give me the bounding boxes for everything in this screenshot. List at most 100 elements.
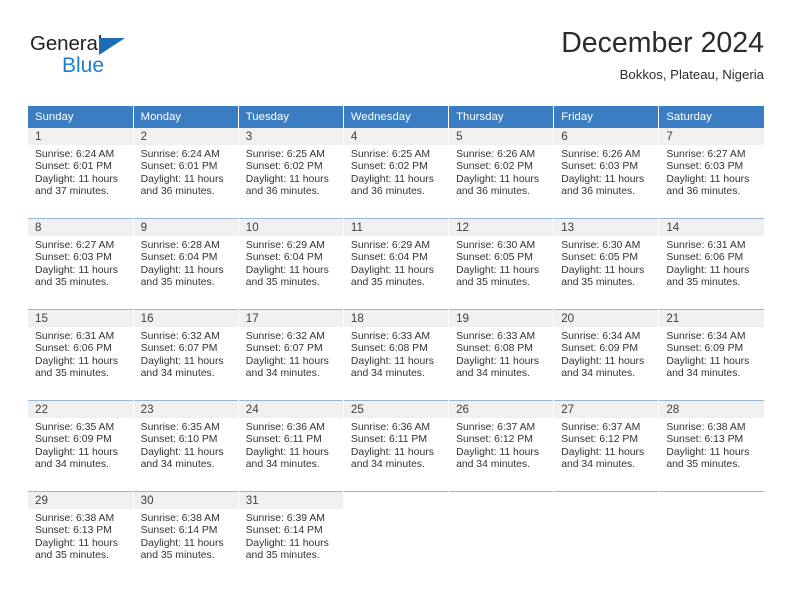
day-details: Sunrise: 6:31 AM Sunset: 6:06 PM Daylight:… (659, 236, 764, 290)
day-number (343, 492, 449, 509)
calendar-day-cell[interactable]: 26 Sunrise: 6:37 AM Sunset: 6:12 PM Dayligh… (448, 400, 555, 492)
day-number: 12 (449, 219, 554, 236)
day-number: 16 (133, 310, 238, 327)
page-title: December 2024 (561, 27, 764, 59)
calendar-page: General Blue December 2024 Bokkos, Plate… (0, 0, 792, 612)
calendar-day-cell[interactable]: 28 Sunrise: 6:38 AM Sunset: 6:13 PM Dayligh… (658, 400, 764, 492)
calendar-day-cell[interactable]: 24 Sunrise: 6:36 AM Sunset: 6:11 PM Dayligh… (238, 400, 344, 492)
calendar-day-cell[interactable]: 18 Sunrise: 6:33 AM Sunset: 6:08 PM Dayligh… (343, 309, 450, 401)
calendar-cell-empty (448, 491, 555, 582)
calendar-day-cell[interactable]: 17 Sunrise: 6:32 AM Sunset: 6:07 PM Dayligh… (238, 309, 344, 401)
day-cell-inner: 19 Sunrise: 6:33 AM Sunset: 6:08 PM Dayligh… (449, 310, 554, 400)
daylight-text-line1: Daylight: 11 hours (245, 264, 329, 276)
calendar-day-cell[interactable]: 10 Sunrise: 6:29 AM Sunset: 6:04 PM Dayligh… (238, 218, 344, 310)
calendar-day-cell[interactable]: 5 Sunrise: 6:26 AM Sunset: 6:02 PM Daylight… (448, 128, 555, 219)
sunrise-text: Sunrise: 6:26 AM (456, 149, 536, 160)
title-block: December 2024 Bokkos, Plateau, Nigeria (561, 26, 764, 83)
calendar-day-cell[interactable]: 8 Sunrise: 6:27 AM Sunset: 6:03 PM Daylight… (28, 218, 134, 310)
sunset-text: Sunset: 6:09 PM (561, 343, 639, 355)
calendar-day-cell[interactable]: 22 Sunrise: 6:35 AM Sunset: 6:09 PM Dayligh… (28, 400, 134, 492)
calendar-day-cell[interactable]: 27 Sunrise: 6:37 AM Sunset: 6:12 PM Dayligh… (553, 400, 660, 492)
calendar-day-cell[interactable]: 12 Sunrise: 6:30 AM Sunset: 6:05 PM Dayligh… (448, 218, 555, 310)
calendar-day-cell[interactable]: 3 Sunrise: 6:25 AM Sunset: 6:02 PM Daylight… (238, 128, 344, 219)
weekday-header-thursday: Thursday (448, 106, 555, 128)
sunrise-text: Sunrise: 6:38 AM (35, 513, 115, 524)
day-number: 13 (554, 219, 659, 236)
sunrise-text: Sunrise: 6:24 AM (140, 149, 220, 160)
calendar-week-row: 29 Sunrise: 6:38 AM Sunset: 6:13 PM Dayligh… (28, 491, 764, 582)
calendar-day-cell[interactable]: 15 Sunrise: 6:31 AM Sunset: 6:06 PM Dayligh… (28, 309, 134, 401)
calendar-day-cell[interactable]: 16 Sunrise: 6:32 AM Sunset: 6:07 PM Dayligh… (133, 309, 239, 401)
day-details: Sunrise: 6:25 AM Sunset: 6:02 PM Daylight:… (344, 145, 448, 199)
sunset-text: Sunset: 6:05 PM (561, 252, 639, 264)
weekday-header-tuesday: Tuesday (238, 106, 344, 128)
calendar-day-cell[interactable]: 29 Sunrise: 6:38 AM Sunset: 6:13 PM Dayligh… (28, 491, 134, 582)
calendar-day-cell[interactable]: 1 Sunrise: 6:24 AM Sunset: 6:01 PM Daylight… (28, 128, 134, 219)
sunset-text: Sunset: 6:11 PM (350, 434, 427, 446)
sunset-text: Sunset: 6:06 PM (666, 252, 744, 264)
daylight-text-line1: Daylight: 11 hours (456, 446, 540, 458)
sunrise-text: Sunrise: 6:30 AM (561, 240, 641, 251)
sunrise-text: Sunrise: 6:34 AM (561, 331, 641, 342)
sunrise-text: Sunrise: 6:34 AM (666, 331, 746, 342)
sunset-text: Sunset: 6:02 PM (245, 161, 323, 173)
day-cell-inner: 18 Sunrise: 6:33 AM Sunset: 6:08 PM Dayligh… (343, 310, 449, 400)
calendar-day-cell[interactable]: 2 Sunrise: 6:24 AM Sunset: 6:01 PM Daylight… (133, 128, 239, 219)
daylight-text-line2: and 34 minutes. (140, 459, 215, 471)
calendar-day-cell[interactable]: 14 Sunrise: 6:31 AM Sunset: 6:06 PM Dayligh… (658, 218, 764, 310)
calendar-day-cell[interactable]: 4 Sunrise: 6:25 AM Sunset: 6:02 PM Daylight… (343, 128, 450, 219)
sunrise-text: Sunrise: 6:32 AM (140, 331, 220, 342)
calendar-day-cell[interactable]: 23 Sunrise: 6:35 AM Sunset: 6:10 PM Dayligh… (133, 400, 239, 492)
daylight-text-line1: Daylight: 11 hours (666, 264, 750, 276)
daylight-text-line1: Daylight: 11 hours (350, 446, 434, 458)
calendar-day-cell[interactable]: 25 Sunrise: 6:36 AM Sunset: 6:11 PM Dayligh… (343, 400, 450, 492)
daylight-text-line2: and 35 minutes. (350, 277, 425, 289)
day-details: Sunrise: 6:32 AM Sunset: 6:07 PM Daylight:… (134, 327, 238, 381)
sunset-text: Sunset: 6:10 PM (140, 434, 218, 446)
sunrise-text: Sunrise: 6:26 AM (561, 149, 641, 160)
calendar-day-cell[interactable]: 13 Sunrise: 6:30 AM Sunset: 6:05 PM Dayligh… (553, 218, 660, 310)
calendar-day-cell[interactable]: 6 Sunrise: 6:26 AM Sunset: 6:03 PM Daylight… (553, 128, 660, 219)
calendar-day-cell[interactable]: 20 Sunrise: 6:34 AM Sunset: 6:09 PM Dayligh… (553, 309, 660, 401)
day-number: 5 (449, 128, 554, 145)
sunrise-text: Sunrise: 6:24 AM (35, 149, 115, 160)
day-number: 8 (28, 219, 133, 236)
calendar-day-cell[interactable]: 30 Sunrise: 6:38 AM Sunset: 6:14 PM Dayligh… (133, 491, 239, 582)
day-number: 21 (659, 310, 764, 327)
sunset-text: Sunset: 6:09 PM (666, 343, 744, 355)
day-details: Sunrise: 6:35 AM Sunset: 6:09 PM Daylight:… (28, 418, 133, 472)
daylight-text-line1: Daylight: 11 hours (456, 264, 540, 276)
calendar-day-cell[interactable]: 9 Sunrise: 6:28 AM Sunset: 6:04 PM Daylight… (133, 218, 239, 310)
daylight-text-line2: and 36 minutes. (456, 186, 530, 198)
sunrise-text: Sunrise: 6:33 AM (350, 331, 431, 342)
day-cell-inner: 8 Sunrise: 6:27 AM Sunset: 6:03 PM Daylight… (28, 219, 133, 309)
calendar-day-cell[interactable]: 19 Sunrise: 6:33 AM Sunset: 6:08 PM Dayligh… (448, 309, 555, 401)
day-details: Sunrise: 6:32 AM Sunset: 6:07 PM Daylight:… (239, 327, 343, 381)
sunset-text: Sunset: 6:04 PM (245, 252, 323, 264)
sunrise-text: Sunrise: 6:31 AM (35, 331, 115, 342)
day-cell-inner (343, 492, 449, 582)
daylight-text-line1: Daylight: 11 hours (561, 446, 645, 458)
sunset-text: Sunset: 6:07 PM (140, 343, 218, 355)
day-number (449, 492, 554, 509)
general-blue-logo[interactable]: General Blue (30, 33, 170, 84)
calendar-day-cell[interactable]: 11 Sunrise: 6:29 AM Sunset: 6:04 PM Dayligh… (343, 218, 450, 310)
day-cell-inner: 5 Sunrise: 6:26 AM Sunset: 6:02 PM Daylight… (449, 128, 554, 218)
day-cell-inner: 2 Sunrise: 6:24 AM Sunset: 6:01 PM Daylight… (133, 128, 238, 218)
daylight-text-line2: and 35 minutes. (35, 277, 109, 289)
sunset-text: Sunset: 6:04 PM (140, 252, 218, 264)
calendar-cell-empty (343, 491, 450, 582)
day-number: 24 (238, 401, 343, 418)
calendar-day-cell[interactable]: 7 Sunrise: 6:27 AM Sunset: 6:03 PM Daylight… (658, 128, 764, 219)
daylight-text-line1: Daylight: 11 hours (666, 446, 750, 458)
day-number: 15 (28, 310, 133, 327)
day-details: Sunrise: 6:30 AM Sunset: 6:05 PM Daylight:… (449, 236, 553, 290)
weekday-header-wednesday: Wednesday (343, 106, 450, 128)
day-number: 4 (343, 128, 449, 145)
sunrise-text: Sunrise: 6:37 AM (561, 422, 641, 433)
calendar-day-cell[interactable]: 31 Sunrise: 6:39 AM Sunset: 6:14 PM Dayligh… (238, 491, 344, 582)
daylight-text-line2: and 37 minutes. (35, 186, 109, 198)
calendar-day-cell[interactable]: 21 Sunrise: 6:34 AM Sunset: 6:09 PM Dayligh… (658, 309, 764, 401)
sunset-text: Sunset: 6:03 PM (35, 252, 112, 264)
sunrise-text: Sunrise: 6:35 AM (35, 422, 115, 433)
